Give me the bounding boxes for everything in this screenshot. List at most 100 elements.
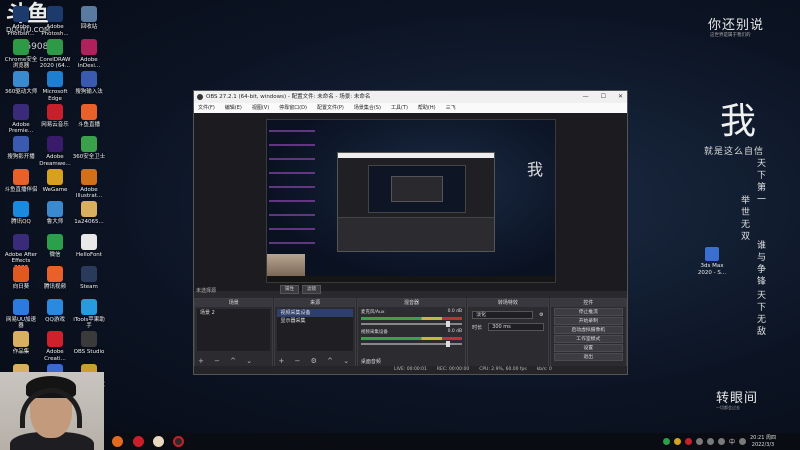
volume-slider[interactable] [360,341,463,347]
sources-toolbar[interactable]: + − ⚙ ^ ⌄ [278,357,353,365]
app-icon [47,38,63,55]
exit-button[interactable]: 退出 [553,353,624,361]
desktop-icon-label: 网易UU加速器 [5,316,37,330]
taskbar-app-icon[interactable] [153,436,164,447]
desktop-icon-label: Adobe Premie... [8,121,34,135]
desktop-icon[interactable]: Adobe Dreamwe... [38,136,72,167]
taskbar-app-icon[interactable] [133,436,144,447]
desktop-icon[interactable]: 1a24065... [72,201,106,226]
maximize-button[interactable]: ☐ [601,91,606,103]
desktop-icon[interactable]: 向日葵 [4,266,38,291]
taskbar-app-icon[interactable] [112,436,123,447]
desktop-icon-label: 斗鱼直播伴侣 [4,186,38,193]
calligraphy-col2: 举世无双 [739,195,749,243]
source-item[interactable]: 视频采集设备 [277,309,353,317]
stream-preview[interactable]: 我 [266,119,556,283]
input-method-label[interactable]: 中 [729,437,735,446]
obs-title-bar[interactable]: OBS 27.2.1 (64-bit, windows) - 配置文件: 未命名… [194,91,627,103]
desktop-icon[interactable]: 微信 [38,233,72,259]
preview-calligraphy: 我 [527,160,544,179]
desktop-icon[interactable]: 搜狗影开播 [4,136,38,161]
nested-inner-window [391,176,443,202]
desktop-icon[interactable]: 斗鱼直播伴侣 [4,168,38,194]
filters-button[interactable]: 滤镜 [302,285,321,294]
virtual-camera-button[interactable]: 启动虚拟摄像机 [553,326,624,334]
menu-view[interactable]: 视图(V) [252,103,269,113]
desktop-icon[interactable]: Adobe InDesi... [72,38,106,70]
start-recording-button[interactable]: 开始录制 [553,317,624,325]
menu-scene-collection[interactable]: 场景集合(S) [354,103,381,113]
taskbar-clock[interactable]: 20:21 周四 2022/3/3 [750,435,776,448]
sources-list: 视频采集设备 显示器采集 [277,309,353,351]
desktop-icon[interactable]: 360驱动大师 [4,71,38,96]
desktop-icon[interactable]: 腾讯视频 [38,266,72,291]
calligraphy-sub: 这世界是属于我们的 [710,33,751,38]
desktop-icon[interactable]: CorelDRAW 2020 (64... [38,38,72,70]
settings-button[interactable]: 设置 [553,344,624,352]
calligraphy-col3: 谁与争锋 [755,240,765,288]
volume-icon[interactable] [739,438,746,445]
desktop-icon[interactable]: 网易云音乐 [38,103,72,129]
desktop-icon[interactable]: Adobe Premie... [4,103,38,135]
studio-mode-button[interactable]: 工作室模式 [553,335,624,343]
duration-input[interactable]: 300 ms [488,323,544,331]
desktop-icon[interactable]: Microsoft Edge [38,71,72,102]
menu-help[interactable]: 帮助(H) [418,103,436,113]
tray-icon[interactable] [695,438,703,445]
scenes-toolbar[interactable]: + − ^ ⌄ [198,357,256,365]
desktop-icon-3dsmax[interactable]: 3ds Max 2020 - S... [697,247,727,276]
tray-icon[interactable] [662,438,670,445]
close-button[interactable]: ✕ [618,91,623,103]
desktop-icon[interactable]: 腾讯QQ [4,201,38,226]
source-item[interactable]: 显示器采集 [277,317,352,325]
desktop-icon[interactable]: 网易UU加速器 [4,298,38,330]
stop-streaming-button[interactable]: 停止推流 [553,308,624,316]
menu-tools[interactable]: 工具(T) [391,103,408,113]
desktop-icon[interactable]: QQ游戏 [38,298,72,324]
app-icon [13,103,29,120]
menu-profile[interactable]: 配置文件(P) [317,103,344,113]
menu-edit[interactable]: 编辑(E) [225,103,242,113]
desktop-icon[interactable]: Adobe Creati... [38,331,72,362]
desktop-icon[interactable]: HelloFont [72,233,106,259]
obs-window[interactable]: OBS 27.2.1 (64-bit, windows) - 配置文件: 未命名… [193,90,628,375]
app-icon [47,233,63,250]
status-rec: REC: 00:00:00 [436,367,470,372]
desktop-icon[interactable]: 回收站 [72,6,106,31]
desktop-icon[interactable]: 作品集 [4,331,38,356]
transition-select[interactable]: 淡化 [472,311,534,319]
desktop-icon[interactable]: Steam [72,266,106,291]
desktop-icon[interactable]: 鲁大师 [38,201,72,226]
tray-icon[interactable] [717,438,725,445]
minimize-button[interactable]: — [583,91,589,103]
preview-area[interactable]: 我 [194,113,627,291]
desktop-icon[interactable]: 斗鱼直播 [72,103,106,129]
obs-taskbar-icon[interactable] [173,436,184,447]
gear-icon[interactable]: ⚙ [539,312,543,318]
desktop-icon-label: 鲁大师 [46,219,64,225]
desktop-icon[interactable]: WeGame [38,168,72,194]
status-live: LIVE: 00:00:01 [394,367,427,372]
app-icon [13,38,29,55]
mixer-footer: 桌面音频 [360,359,381,365]
desktop-icon[interactable]: Chrome安全浏览器 [4,38,38,70]
desktop-icon[interactable]: OBS Studio [72,331,106,356]
properties-button[interactable]: 属性 [280,285,299,294]
menu-file[interactable]: 文件(F) [198,103,215,113]
desktop-icon-label: Adobe Dreamwe... [39,154,71,167]
tray-icon[interactable] [673,438,681,445]
desktop-icon[interactable]: Adobe Photosh... [38,6,72,37]
menu-extra[interactable]: 三飞 [446,103,456,113]
nested-docks [338,217,494,251]
volume-slider[interactable] [360,321,463,327]
desktop-icon[interactable]: 360安全卫士 [72,136,106,161]
menu-docks[interactable]: 停靠窗口(D) [279,103,307,113]
desktop-icon[interactable]: Adobe Illustrat... [72,168,106,200]
app-icon [81,168,97,185]
tray-icon[interactable] [684,438,692,445]
tray-icon[interactable] [706,438,714,445]
desktop-icon[interactable]: Adobe Photosh... [4,6,38,37]
desktop-icon[interactable]: 搜狗输入法 [72,71,106,96]
scene-item[interactable]: 场景 2 [197,309,270,317]
desktop-icon[interactable]: iTools苹果助手 [72,298,106,330]
